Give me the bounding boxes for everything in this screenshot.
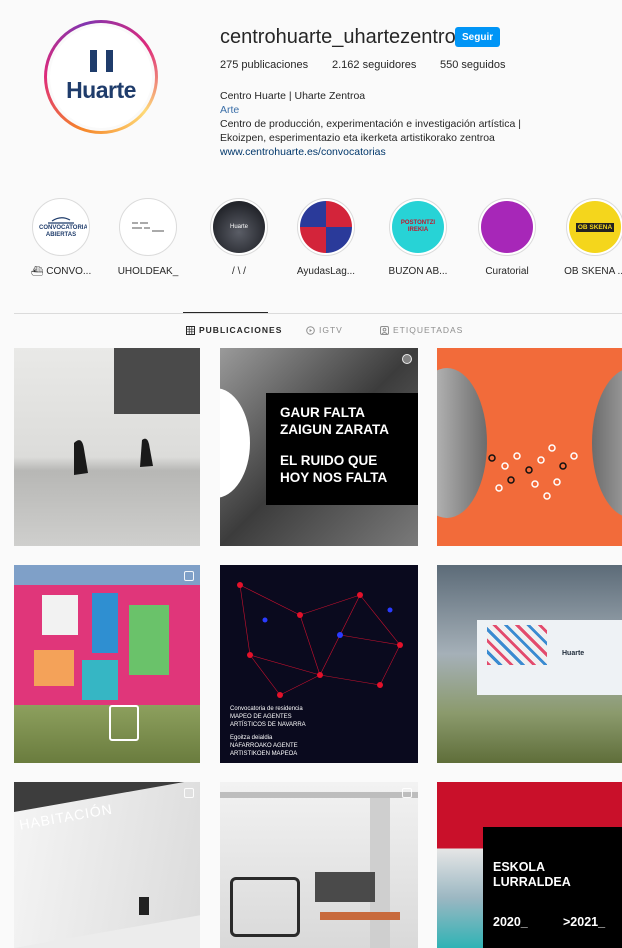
profile-username: centrohuarte_uhartezentroa bbox=[220, 26, 467, 48]
tab-label: IGTV bbox=[319, 325, 343, 335]
post-tile[interactable] bbox=[220, 782, 418, 948]
highlight-cover: OB SKENA bbox=[566, 198, 622, 256]
highlight-cover-text: POSTONTZI IREKIA bbox=[400, 220, 436, 233]
avatar-logo: Huarte bbox=[47, 23, 155, 131]
post-tile[interactable]: Convocatoria de residencia MAPEO DE AGEN… bbox=[220, 565, 418, 763]
post-tile[interactable]: HABITACIÓN bbox=[14, 782, 200, 948]
tab-etiquetadas[interactable]: ETIQUETADAS bbox=[380, 325, 463, 335]
highlight-item[interactable]: Huarte / \ / bbox=[196, 198, 282, 277]
carousel-icon bbox=[184, 788, 194, 798]
carousel-icon bbox=[402, 354, 412, 364]
tabs-divider bbox=[14, 313, 622, 314]
highlight-cover bbox=[119, 198, 177, 256]
logo-bars-icon bbox=[89, 50, 113, 72]
story-highlights: CONVOCATORIA ABIERTAS ⛴ CONVO... UHOLDEA… bbox=[0, 198, 622, 288]
post-text-line: MAPEO DE AGENTES bbox=[230, 714, 292, 720]
post-tile[interactable] bbox=[437, 348, 622, 546]
highlight-label: OB SKENA ... bbox=[564, 266, 622, 277]
post-text-line: ZAIGUN ZARATA bbox=[280, 422, 389, 437]
highlight-cover bbox=[478, 198, 536, 256]
highlight-cover: Huarte bbox=[210, 198, 268, 256]
tagged-icon bbox=[380, 325, 389, 335]
post-machine bbox=[230, 877, 300, 937]
active-tab-indicator bbox=[183, 312, 268, 313]
avatar-logo-text: Huarte bbox=[66, 77, 136, 103]
post-text-line: ESKOLA bbox=[493, 860, 546, 874]
post-tile[interactable] bbox=[14, 348, 200, 546]
highlight-cover-text: OB SKENA bbox=[575, 222, 615, 232]
highlight-label: / \ / bbox=[232, 266, 246, 277]
tab-label: PUBLICACIONES bbox=[199, 325, 283, 335]
post-figures bbox=[74, 438, 153, 475]
highlight-item[interactable]: CONVOCATORIA ABIERTAS ⛴ CONVO... bbox=[18, 198, 104, 277]
highlight-item[interactable]: AyudasLag... bbox=[283, 198, 369, 277]
post-text-line: ARTISTIKOEN MAPEOA bbox=[230, 751, 298, 757]
post-text-line: Convocatoria de residencia bbox=[230, 706, 303, 712]
post-sign-text: Huarte bbox=[562, 650, 585, 657]
post-tile[interactable]: Huarte bbox=[437, 565, 622, 763]
highlight-label: ⛴ CONVO... bbox=[30, 266, 92, 277]
follow-button[interactable]: Seguir bbox=[455, 27, 501, 47]
following-count[interactable]: 550 seguidos bbox=[440, 59, 505, 71]
highlight-cover-text: Huarte bbox=[229, 223, 248, 230]
post-tile[interactable]: GAUR FALTA ZAIGUN ZARATA EL RUIDO QUE HO… bbox=[220, 348, 418, 546]
igtv-icon bbox=[306, 325, 315, 335]
category-label: Arte bbox=[220, 104, 240, 116]
carousel-icon bbox=[402, 788, 412, 798]
post-text-line: Egoitza deialdia bbox=[230, 735, 273, 741]
highlight-item[interactable]: Curatorial bbox=[464, 198, 550, 277]
tab-label: ETIQUETADAS bbox=[393, 325, 464, 335]
display-name: Centro Huarte | Uharte Zentroa bbox=[220, 90, 366, 102]
post-text-line: NAFARROAKO AGENTE bbox=[230, 743, 298, 749]
highlight-cover: POSTONTZI IREKIA bbox=[389, 198, 447, 256]
profile-avatar[interactable]: Huarte bbox=[44, 20, 158, 134]
posts-count: 275 publicaciones bbox=[220, 59, 309, 71]
post-year-1: 2020_ bbox=[493, 915, 528, 929]
highlight-cover: CONVOCATORIA ABIERTAS bbox=[32, 198, 90, 256]
carousel-icon bbox=[184, 571, 194, 581]
tab-publicaciones[interactable]: PUBLICACIONES bbox=[186, 325, 282, 335]
post-text-line: ARTÍSTICOS DE NAVARRA bbox=[230, 722, 306, 728]
post-text-line: LURRALDEA bbox=[493, 875, 571, 889]
post-text-line: HOY NOS FALTA bbox=[280, 470, 388, 485]
grid-icon bbox=[186, 325, 195, 335]
highlight-label: Curatorial bbox=[485, 266, 529, 277]
profile-bio: Centro Huarte | Uharte Zentroa Arte Cent… bbox=[220, 89, 580, 159]
highlight-item[interactable]: POSTONTZI IREKIA BUZÓN AB... bbox=[375, 198, 461, 277]
bio-line-2: Ekoizpen, esperimentazio eta ikerketa ar… bbox=[220, 132, 495, 144]
post-tile[interactable]: ESKOLA LURRALDEA 2020_ >2021_ bbox=[437, 782, 622, 948]
highlight-item[interactable]: UHOLDEAK_ bbox=[105, 198, 191, 277]
profile-page: Huarte centrohuarte_uhartezentroa Seguir… bbox=[0, 0, 622, 948]
highlight-label: AyudasLag... bbox=[296, 266, 356, 277]
boat-icon bbox=[48, 217, 74, 224]
post-dots bbox=[488, 444, 578, 500]
post-text-line: EL RUIDO QUE bbox=[280, 453, 378, 468]
bio-line-1: Centro de producción, experimentación e … bbox=[220, 118, 521, 130]
scribble-icon bbox=[132, 222, 164, 232]
highlight-label: BUZÓN AB... bbox=[388, 266, 448, 277]
followers-count[interactable]: 2.162 seguidores bbox=[332, 59, 416, 71]
highlight-label: UHOLDEAK_ bbox=[117, 266, 179, 277]
website-link[interactable]: www.centrohuarte.es/convocatorias bbox=[220, 145, 580, 159]
post-year-2: >2021_ bbox=[563, 915, 606, 929]
highlight-cover bbox=[297, 198, 355, 256]
highlight-item[interactable]: OB SKENA OB SKENA ... bbox=[552, 198, 622, 277]
post-text-line: GAUR FALTA bbox=[280, 405, 365, 420]
post-chair bbox=[109, 705, 139, 741]
highlight-cover-text: CONVOCATORIA ABIERTAS bbox=[39, 225, 87, 238]
post-tile[interactable] bbox=[14, 565, 200, 763]
tab-igtv[interactable]: IGTV bbox=[306, 325, 343, 335]
